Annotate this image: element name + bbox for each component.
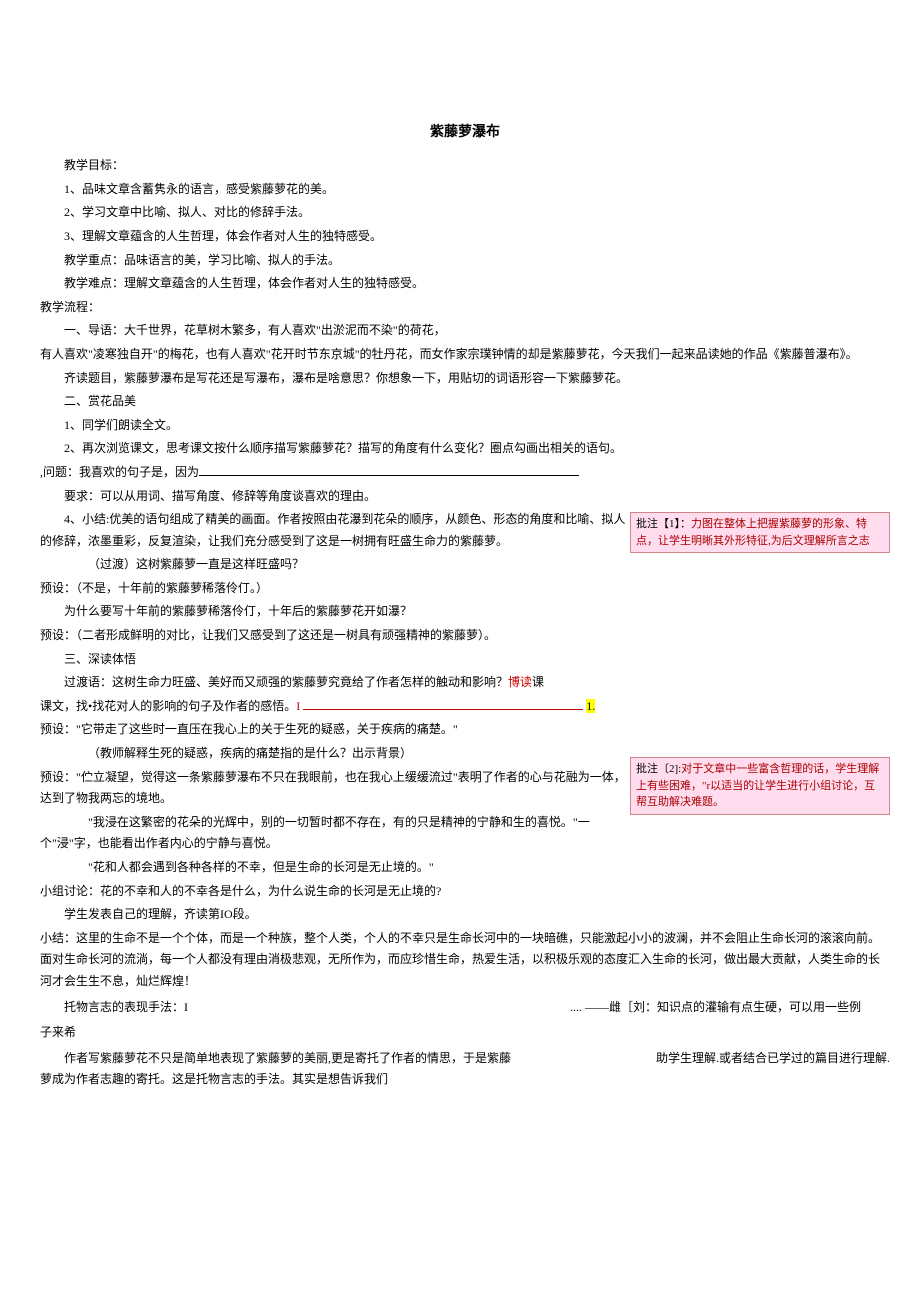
section-2: 二、赏花品美 xyxy=(40,391,890,413)
trans2c: 课文，找•找花对人的影响的句子及作者的感悟。 xyxy=(40,699,296,713)
zilaixi: 子来希 xyxy=(40,1022,890,1044)
trans2c-prefix: 课 xyxy=(532,675,544,689)
annotation-2: 批注〔2]:对于文章中一些富含哲理的话，学生理解上有些困难，"r以适当的让学生进… xyxy=(630,757,890,815)
goal-3: 3、理解文章蕴含的人生哲理，体会作者对人生的独特感受。 xyxy=(40,226,890,248)
summary: 小结：这里的生命不是一个个体，而是一个种族，整个人类，个人的不幸只是生命长河中的… xyxy=(40,928,890,993)
annot2-label: 批注〔2]: xyxy=(636,763,681,775)
intro-label: 一、导语：大千世界，花草树木繁多，有人喜欢"出淤泥而不染"的荷花， xyxy=(40,320,890,342)
s2-1: 1、同学们朗读全文。 xyxy=(40,415,890,437)
q-ten-years: 为什么要写十年前的紫藤萝稀落伶仃，十年后的紫藤萝花开如瀑？ xyxy=(40,601,890,623)
s2-req: 要求：可以从用词、描写角度、修辞等角度谈喜欢的理由。 xyxy=(40,486,890,508)
trans2b: 博读 xyxy=(508,675,532,689)
section-3: 三、深读体悟 xyxy=(40,649,890,671)
doc-title: 紫藤萝瀑布 xyxy=(40,120,890,145)
s2-q-text: ,问题：我喜欢的句子是，因为 xyxy=(40,465,199,479)
preset-4: 预设："伫立凝望，觉得这一条紫藤萝瀑布不只在我眼前，也在我心上缓缓流过"表明了作… xyxy=(40,767,630,810)
student-share: 学生发表自己的理解，齐读第IO段。 xyxy=(40,904,890,926)
intro-2: 有人喜欢"凌寒独自开"的梅花，也有人喜欢"花开时节东京城"的牡丹花，而女作家宗璞… xyxy=(40,344,890,366)
tuowu: 托物言志的表现手法：I xyxy=(40,997,570,1019)
qidu: 齐读题目，紫藤萝瀑布是写花还是写瀑布，瀑布是啥意思？你想象一下，用贴切的词语形容… xyxy=(40,368,890,390)
goals-label: 教学目标： xyxy=(40,155,890,177)
goal-1: 1、品味文章含蓄隽永的语言，感受紫藤萝花的美。 xyxy=(40,179,890,201)
teaching-difficulty: 教学难点：理解文章蕴含的人生哲理，体会作者对人生的独特感受。 xyxy=(40,273,890,295)
red-underline xyxy=(303,709,583,710)
transition-1: （过渡）这树紫藤萝一直是这样旺盛吗？ xyxy=(40,554,890,576)
teaching-focus: 教学重点：品味语言的美，学习比喻、拟人的手法。 xyxy=(40,250,890,272)
annotation-1: 批注【1】：力图在整体上把握紫藤萝的形象、特点，让学生明晰其外形特征,为后文理解… xyxy=(630,512,890,553)
highlight-1: 1. xyxy=(586,699,595,713)
quote-1: "我浸在这繁密的花朵的光辉中，别的一切暂时都不存在，有的只是精神的宁静和生的喜悦… xyxy=(40,812,630,855)
annot1-label: 批注【1】： xyxy=(636,518,691,530)
last-help: 助学生理解.或者结合已学过的篇目进行理解. xyxy=(520,1048,890,1091)
preset-1: 预设：（不是，十年前的紫藤萝稀落伶仃。） xyxy=(40,578,890,600)
transition-2: 过渡语：这树生命力旺盛、美好而又顽强的紫藤萝究竟给了作者怎样的触动和影响？博读课 xyxy=(40,672,630,694)
liu-comment: .... ——雌［刘：知识点的灌输有点生硬，可以用一些例 xyxy=(570,997,890,1019)
trans2a: 过渡语：这树生命力旺盛、美好而又顽强的紫藤萝究竟给了作者怎样的触动和影响？ xyxy=(64,675,508,689)
s2-4a: 4、小结:优美的语句组成了精美的画面。作者按照由花瀑到花朵的顺序，从颜色、形态的… xyxy=(40,509,630,552)
blank-line xyxy=(199,463,579,476)
preset-3: 预设："它带走了这些时一直压在我心上的关于生死的疑惑，关于疾病的痛楚。" xyxy=(40,719,890,741)
preset-2: 预设：（二者形成鲜明的对比，让我们又感受到了这还是一树具有顽强精神的紫藤萝）。 xyxy=(40,625,890,647)
last-1: 作者写紫藤萝花不只是简单地表现了紫藤萝的美丽,更是寄托了作者的情思，于是紫藤萝成… xyxy=(40,1048,520,1091)
goal-2: 2、学习文章中比喻、拟人、对比的修辞手法。 xyxy=(40,202,890,224)
s2-2: 2、再次浏览课文，思考课文按什么顺序描写紫藤萝花？描写的角度有什么变化？圈点勾画… xyxy=(40,438,890,460)
group-discuss: 小组讨论：花的不幸和人的不幸各是什么，为什么说生命的长河是无止境的? xyxy=(40,881,890,903)
s2-question: ,问题：我喜欢的句子是，因为 xyxy=(40,462,890,484)
quote-2: "花和人都会遇到各种各样的不幸，但是生命的长河是无止境的。" xyxy=(40,857,890,879)
bang-letter: I xyxy=(296,699,300,713)
trans2c-line: 课文，找•找花对人的影响的句子及作者的感悟。I 1. xyxy=(40,696,890,718)
flow-label: 教学流程： xyxy=(40,297,890,319)
